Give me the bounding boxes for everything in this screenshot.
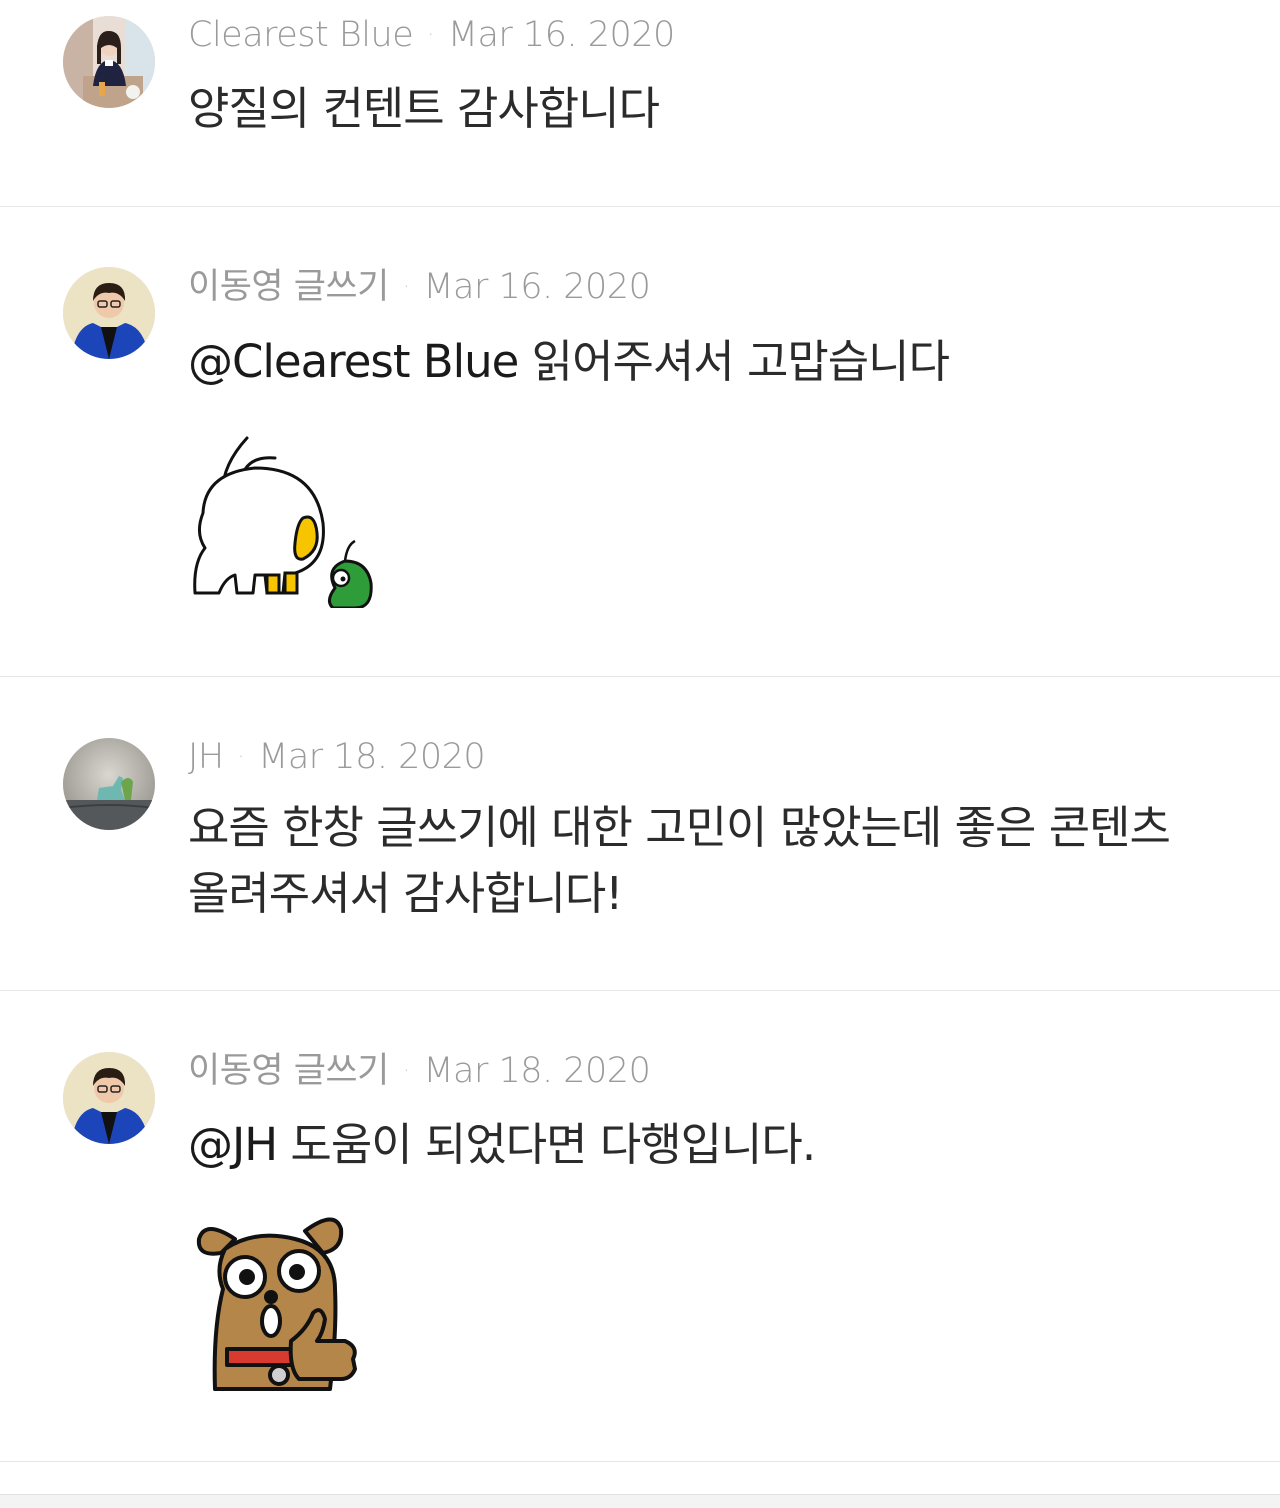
comment-meta: JH · Mar 18. 2020 bbox=[188, 735, 486, 780]
comment-item: Clearest Blue · Mar 16. 2020 양질의 컨텐트 감사합니다 bbox=[0, 0, 1280, 207]
mention-link[interactable]: @Clearest Blue bbox=[188, 335, 519, 388]
sticker-icon bbox=[193, 436, 373, 610]
avatar-photo-woman bbox=[63, 16, 155, 108]
sticker-icon bbox=[196, 1217, 357, 1391]
comment-text-content: 도움이 되었다면 다행입니다. bbox=[290, 1118, 816, 1171]
avatar-photo-man-blue-jacket bbox=[63, 267, 155, 359]
frodo-dog-thumbs-up-sticker bbox=[195, 1209, 365, 1399]
separator-dot: · bbox=[402, 275, 410, 300]
comment-meta: 이동영 글쓰기 · Mar 18. 2020 bbox=[188, 1049, 651, 1094]
separator-dot: · bbox=[402, 1059, 410, 1084]
bottom-divider bbox=[0, 1494, 1280, 1508]
comment-item: 이동영 글쓰기 · Mar 16. 2020 @Clearest Blue 읽어주셔… bbox=[0, 207, 1280, 677]
avatar[interactable] bbox=[63, 267, 155, 359]
rabbit-duck-sticker bbox=[185, 433, 380, 610]
author-name[interactable]: 이동영 글쓰기 bbox=[188, 267, 389, 307]
separator-dot: · bbox=[237, 745, 245, 770]
comment-text: 요즘 한창 글쓰기에 대한 고민이 많았는데 좋은 콘텐츠 올려주셔서 감사합니… bbox=[188, 795, 1210, 927]
comment-meta: 이동영 글쓰기 · Mar 16. 2020 bbox=[188, 265, 651, 310]
avatar[interactable] bbox=[63, 16, 155, 108]
comment-meta: Clearest Blue · Mar 16. 2020 bbox=[188, 13, 675, 58]
avatar[interactable] bbox=[63, 738, 155, 830]
comment-text: 양질의 컨텐트 감사합니다 bbox=[188, 82, 660, 135]
comment-list: Clearest Blue · Mar 16. 2020 양질의 컨텐트 감사합니다… bbox=[0, 0, 1280, 1508]
avatar-photo-man-blue-jacket bbox=[63, 1052, 155, 1144]
separator-dot: · bbox=[427, 23, 434, 48]
comment-text: @Clearest Blue 읽어주셔서 고맙습니다 bbox=[188, 329, 1210, 395]
comment-text-line: 요즘 한창 글쓰기에 대한 고민이 많았는데 좋은 콘텐츠 bbox=[188, 801, 1171, 854]
comment-text-line: 올려주셔서 감사합니다! bbox=[188, 867, 623, 920]
comment-date: Mar 16. 2020 bbox=[447, 15, 676, 55]
comment-text: @JH 도움이 되었다면 다행입니다. bbox=[188, 1112, 1210, 1178]
author-name[interactable]: JH bbox=[188, 737, 224, 777]
avatar-photo-cat-statue bbox=[63, 738, 155, 830]
mention-link[interactable]: @JH bbox=[188, 1118, 278, 1171]
avatar[interactable] bbox=[63, 1052, 155, 1144]
comment-date: Mar 18. 2020 bbox=[258, 737, 486, 777]
author-name[interactable]: 이동영 글쓰기 bbox=[188, 1051, 389, 1091]
comment-date: Mar 18. 2020 bbox=[423, 1051, 651, 1091]
author-name[interactable]: Clearest Blue bbox=[188, 15, 414, 55]
comment-item: JH · Mar 18. 2020 요즘 한창 글쓰기에 대한 고민이 많았는데 좋… bbox=[0, 677, 1280, 991]
comment-date: Mar 16. 2020 bbox=[423, 267, 651, 307]
comment-item: 이동영 글쓰기 · Mar 18. 2020 @JH 도움이 되었다면 다행입니다. bbox=[0, 991, 1280, 1462]
comment-text-content: 읽어주셔서 고맙습니다 bbox=[531, 335, 950, 388]
